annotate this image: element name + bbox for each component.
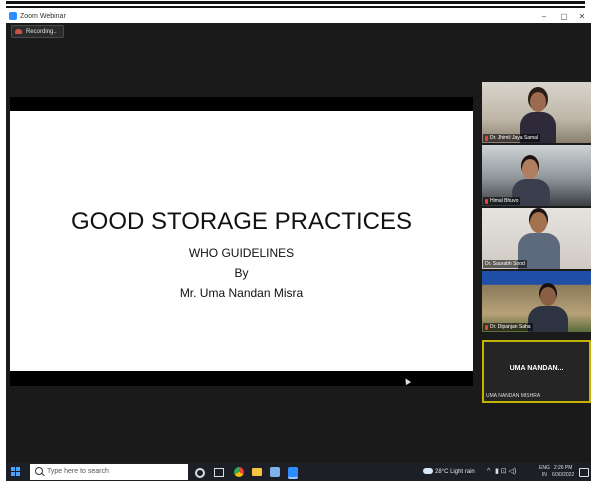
chrome-icon[interactable]	[234, 467, 244, 477]
close-button[interactable]: ✕	[574, 10, 590, 23]
participant-tile[interactable]: Dr. Dipanjan Saha	[482, 271, 591, 332]
windows-taskbar: Type here to search 28°C Light rain ^ ▮ …	[6, 463, 591, 481]
language-indicator[interactable]: ENG IN	[539, 465, 550, 479]
participant-nametag: Dr. Saurabh Sood	[483, 260, 527, 268]
screen-share-area: GOOD STORAGE PRACTICES WHO GUIDELINES By…	[10, 97, 473, 386]
active-speaker-tile[interactable]: UMA NANDAN... UMA NANDAN MISHRA	[482, 340, 591, 403]
maximize-button[interactable]: ▢	[556, 10, 572, 23]
participant-name: Dr. Saurabh Sood	[485, 261, 525, 267]
clock-date: 6/30/2022	[552, 472, 575, 478]
weather-cloud-icon[interactable]	[423, 468, 433, 474]
participant-tile[interactable]: Dr. Saurabh Sood	[482, 208, 591, 269]
participant-name: Dr. Dipanjan Saha	[490, 324, 531, 330]
top-divider-2	[6, 6, 585, 8]
participant-nametag: Dr. Dipanjan Saha	[483, 323, 533, 331]
participant-nametag: Himal Bhuvo	[483, 197, 521, 205]
top-divider-1	[6, 1, 585, 4]
zoom-app-icon	[9, 12, 17, 20]
participant-tile[interactable]: Dr. Jhimli Jaya Samal	[482, 82, 591, 143]
cortana-icon[interactable]	[195, 468, 205, 478]
minimize-button[interactable]: –	[536, 10, 552, 23]
window-title: Zoom Webinar	[20, 13, 66, 20]
language-code: ENG	[539, 465, 550, 471]
search-placeholder: Type here to search	[47, 468, 109, 475]
recording-label: Recording..	[26, 28, 57, 35]
tray-chevron-icon[interactable]: ^	[487, 463, 490, 481]
slide-title: GOOD STORAGE PRACTICES	[71, 208, 412, 235]
participant-nametag: Dr. Jhimli Jaya Samal	[483, 134, 541, 142]
slide-subtitle: WHO GUIDELINES	[188, 246, 295, 260]
active-speaker-display: UMA NANDAN...	[509, 365, 564, 372]
notification-icon[interactable]	[579, 468, 589, 477]
clock-time: 2:26 PM	[553, 465, 573, 471]
region-code: IN	[541, 472, 547, 478]
recording-icon	[15, 29, 22, 34]
taskbar-search-box[interactable]: Type here to search	[30, 464, 188, 480]
recording-indicator[interactable]: Recording..	[11, 25, 64, 38]
mic-muted-icon	[485, 324, 488, 330]
weather-text[interactable]: 28°C Light rain	[435, 463, 475, 481]
task-view-icon[interactable]	[214, 468, 224, 477]
system-tray-icons[interactable]: ▮ ⊡ ◁)	[495, 463, 516, 481]
file-explorer-icon[interactable]	[252, 468, 262, 476]
screen-top-border	[0, 0, 591, 10]
mic-muted-icon	[485, 135, 488, 141]
presentation-slide: GOOD STORAGE PRACTICES WHO GUIDELINES By…	[10, 111, 473, 371]
participant-name: Himal Bhuvo	[490, 198, 519, 204]
search-icon	[35, 467, 43, 475]
title-bar[interactable]: Zoom Webinar – ▢ ✕	[6, 10, 591, 23]
clock[interactable]: 2:26 PM 6/30/2022	[552, 465, 574, 479]
zoom-webinar-window: Zoom Webinar – ▢ ✕ Recording.. GOOD STOR…	[6, 10, 591, 464]
active-speaker-name: UMA NANDAN MISHRA	[486, 393, 541, 399]
slide-author: Mr. Uma Nandan Misra	[179, 286, 304, 300]
participant-tile[interactable]: Himal Bhuvo	[482, 145, 591, 206]
slide-by: By	[234, 266, 249, 280]
zoom-taskbar-icon[interactable]	[288, 467, 298, 479]
windows-start-icon[interactable]	[11, 467, 21, 477]
mic-muted-icon	[485, 198, 488, 204]
app-icon[interactable]	[270, 467, 280, 477]
participant-name: Dr. Jhimli Jaya Samal	[490, 135, 539, 141]
